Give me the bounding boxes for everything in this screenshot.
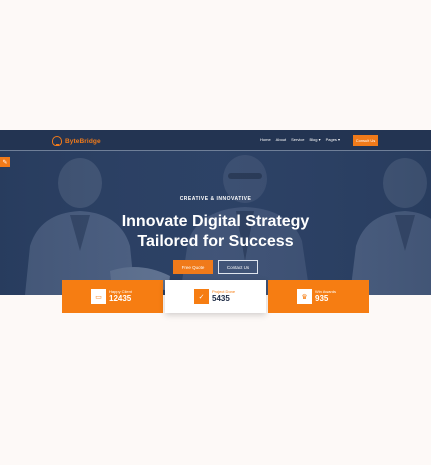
nav-link-about[interactable]: About [276,137,286,142]
nav-link-home[interactable]: Home [260,137,271,142]
stats-bar: ▭ Happy Client 12435 ✓ Project Done 5435… [62,280,369,313]
consult-us-button[interactable]: Consult Us [353,135,378,146]
hero-headline: Innovate Digital Strategy Tailored for S… [0,212,431,252]
page-canvas: ByteBridge Home About Service Blog ▾ Pag… [0,0,431,465]
award-icon: ♛ [297,289,312,304]
nav-link-pages[interactable]: Pages ▾ [326,137,340,142]
nav-link-service[interactable]: Service [291,137,304,142]
users-icon: ▭ [91,289,106,304]
contact-us-button[interactable]: Contact Us [218,260,258,274]
stat-value: 12435 [109,294,132,303]
lightbulb-icon [52,136,62,146]
stat-value: 5435 [212,294,230,303]
website-screenshot: ByteBridge Home About Service Blog ▾ Pag… [0,130,431,330]
brand-logo[interactable]: ByteBridge [52,135,101,147]
edit-pencil-icon[interactable]: ✎ [0,157,10,167]
stat-win-awards: ♛ Win Awards 935 [268,280,369,313]
check-icon: ✓ [194,289,209,304]
nav-menu: Home About Service Blog ▾ Pages ▾ [260,137,340,142]
stat-project-done: ✓ Project Done 5435 [165,280,266,313]
stat-happy-client: ▭ Happy Client 12435 [62,280,163,313]
free-quote-button[interactable]: Free Quote [173,260,213,274]
hero-buttons: Free Quote Contact Us [0,260,431,274]
nav-link-blog[interactable]: Blog ▾ [309,137,320,142]
brand-name: ByteBridge [65,137,101,145]
hero-eyebrow: CREATIVE & INNOVATIVE [179,196,252,202]
hero-headline-line-1: Innovate Digital Strategy [121,213,310,230]
stat-value: 935 [315,294,329,303]
top-navbar: ByteBridge Home About Service Blog ▾ Pag… [0,130,431,151]
hero-headline-line-2: Tailored for Success [137,233,294,250]
